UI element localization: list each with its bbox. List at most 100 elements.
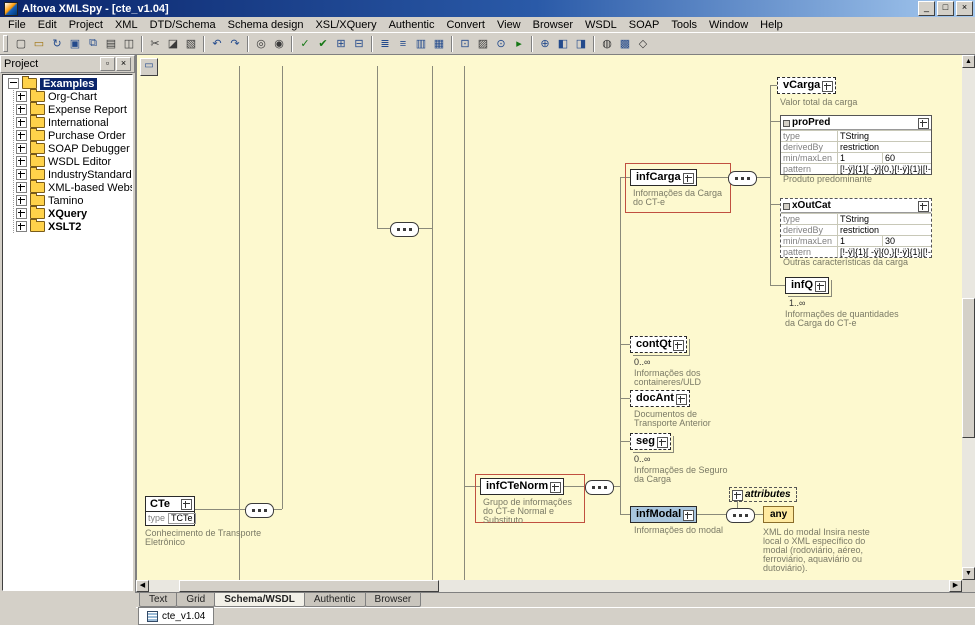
assign-schema-icon[interactable]: ⊕ (536, 35, 554, 53)
expand-icon[interactable] (683, 173, 694, 184)
paste-icon[interactable]: ▧ (182, 35, 200, 53)
find-next-icon[interactable]: ◉ (270, 35, 288, 53)
tab-browser-view[interactable]: Browser (365, 593, 422, 607)
expand-icon[interactable] (673, 340, 684, 351)
expand-icon[interactable] (822, 81, 833, 92)
expand-icon[interactable] (550, 482, 561, 493)
reload-file-icon[interactable]: ↻ (48, 35, 66, 53)
tab-grid-view[interactable]: Grid (176, 593, 215, 607)
new-file-icon[interactable]: ▢ (12, 35, 30, 53)
element-any[interactable]: any (763, 506, 794, 523)
expand-icon[interactable] (918, 118, 929, 129)
browser-view-icon[interactable]: ⊙ (492, 35, 510, 53)
text-view-icon[interactable]: ▥ (412, 35, 430, 53)
expand-icon[interactable] (16, 130, 27, 141)
expand-icon[interactable] (16, 91, 27, 102)
element-vCarga[interactable]: vCarga (777, 77, 836, 94)
expand-icon[interactable] (16, 169, 27, 180)
tab-text-view[interactable]: Text (139, 593, 177, 607)
tab-authentic-view[interactable]: Authentic (304, 593, 366, 607)
xsl-transform-icon[interactable]: ▸ (510, 35, 528, 53)
menu-project[interactable]: Project (63, 18, 109, 32)
remove-element-icon[interactable]: ⊟ (350, 35, 368, 53)
grid-view-icon[interactable]: ▦ (430, 35, 448, 53)
display-globals-icon[interactable]: ◨ (572, 35, 590, 53)
element-infQ[interactable]: infQ (785, 277, 829, 294)
expand-icon[interactable] (16, 221, 27, 232)
sequence-compositor[interactable] (585, 480, 614, 495)
insert-element-icon[interactable]: ⊞ (332, 35, 350, 53)
horizontal-scroll-track[interactable] (149, 580, 949, 592)
expand-icon[interactable] (918, 201, 929, 212)
menu-wsdl[interactable]: WSDL (579, 18, 623, 32)
print-icon[interactable]: ▤ (102, 35, 120, 53)
facet-table-xOutCat[interactable]: xOutCat typeTString derivedByrestriction… (780, 198, 932, 258)
expand-icon[interactable] (657, 437, 668, 448)
toolbar-grip[interactable] (3, 35, 8, 52)
scroll-right-icon[interactable]: ▶ (949, 580, 962, 592)
schema-diagram[interactable]: ▭ (136, 55, 962, 580)
element-contQt[interactable]: contQt (630, 336, 687, 353)
sequence-compositor[interactable] (245, 503, 274, 518)
element-infCarga[interactable]: infCarga (630, 169, 697, 186)
options-icon[interactable]: ◇ (634, 35, 652, 53)
menu-xml[interactable]: XML (109, 18, 144, 32)
menu-authentic[interactable]: Authentic (383, 18, 441, 32)
element-docAnt[interactable]: docAnt (630, 390, 690, 407)
element-seg[interactable]: seg (630, 433, 671, 450)
element-infCTeNorm[interactable]: infCTeNorm (480, 478, 564, 495)
scroll-left-icon[interactable]: ◀ (136, 580, 149, 592)
menu-edit[interactable]: Edit (32, 18, 63, 32)
pretty-print-icon[interactable]: ≣ (376, 35, 394, 53)
menu-help[interactable]: Help (754, 18, 789, 32)
element-CTe[interactable]: CTe type TCTe (145, 496, 195, 526)
tree-item-xslt2[interactable]: XSLT2 (14, 220, 132, 233)
copy-icon[interactable]: ◪ (164, 35, 182, 53)
schema-design-view-icon[interactable]: ⊡ (456, 35, 474, 53)
menu-view[interactable]: View (491, 18, 527, 32)
collapse-icon[interactable] (8, 78, 19, 89)
display-diagram-icon[interactable]: ◧ (554, 35, 572, 53)
vertical-scrollbar[interactable]: ▲ ▼ (962, 55, 975, 580)
panel-close-icon[interactable]: × (116, 57, 131, 71)
tab-schema-wsdl-view[interactable]: Schema/WSDL (214, 593, 305, 607)
expand-icon[interactable] (16, 208, 27, 219)
cut-icon[interactable]: ✂ (146, 35, 164, 53)
zoom-icon[interactable]: ◍ (598, 35, 616, 53)
expand-icon[interactable] (16, 143, 27, 154)
attributes-box[interactable]: attributes (729, 487, 797, 502)
expand-icon[interactable] (16, 156, 27, 167)
menu-soap[interactable]: SOAP (623, 18, 666, 32)
expand-icon[interactable] (16, 195, 27, 206)
authentic-view-icon[interactable]: ▨ (474, 35, 492, 53)
sequence-compositor[interactable] (390, 222, 419, 237)
menu-dtd-schema[interactable]: DTD/Schema (144, 18, 222, 32)
open-file-icon[interactable]: ▭ (30, 35, 48, 53)
word-wrap-icon[interactable]: ≡ (394, 35, 412, 53)
sequence-compositor[interactable] (726, 508, 755, 523)
undo-icon[interactable]: ↶ (208, 35, 226, 53)
tree-item-examples[interactable]: Examples (6, 77, 132, 90)
menu-browser[interactable]: Browser (527, 18, 579, 32)
database-import-icon[interactable]: ▩ (616, 35, 634, 53)
sequence-compositor[interactable] (728, 171, 757, 186)
expand-icon[interactable] (676, 394, 687, 405)
maximize-button[interactable]: □ (937, 1, 954, 16)
horizontal-scroll-thumb[interactable] (179, 580, 439, 592)
facet-table-proPred[interactable]: proPred typeTString derivedByrestriction… (780, 115, 932, 175)
expand-icon[interactable] (181, 499, 192, 510)
redo-icon[interactable]: ↷ (226, 35, 244, 53)
menu-tools[interactable]: Tools (665, 18, 703, 32)
find-icon[interactable]: ◎ (252, 35, 270, 53)
scroll-up-icon[interactable]: ▲ (962, 55, 975, 68)
menu-schema-design[interactable]: Schema design (222, 18, 310, 32)
schema-globals-button[interactable]: ▭ (140, 58, 158, 76)
check-well-formed-icon[interactable]: ✓ (296, 35, 314, 53)
save-all-icon[interactable]: ⧉ (84, 35, 102, 53)
pin-icon[interactable]: ▫ (100, 57, 115, 71)
expand-icon[interactable] (16, 117, 27, 128)
minimize-button[interactable]: _ (918, 1, 935, 16)
expand-icon[interactable] (16, 182, 27, 193)
vertical-scroll-thumb[interactable] (962, 298, 975, 438)
expand-icon[interactable] (732, 490, 743, 501)
